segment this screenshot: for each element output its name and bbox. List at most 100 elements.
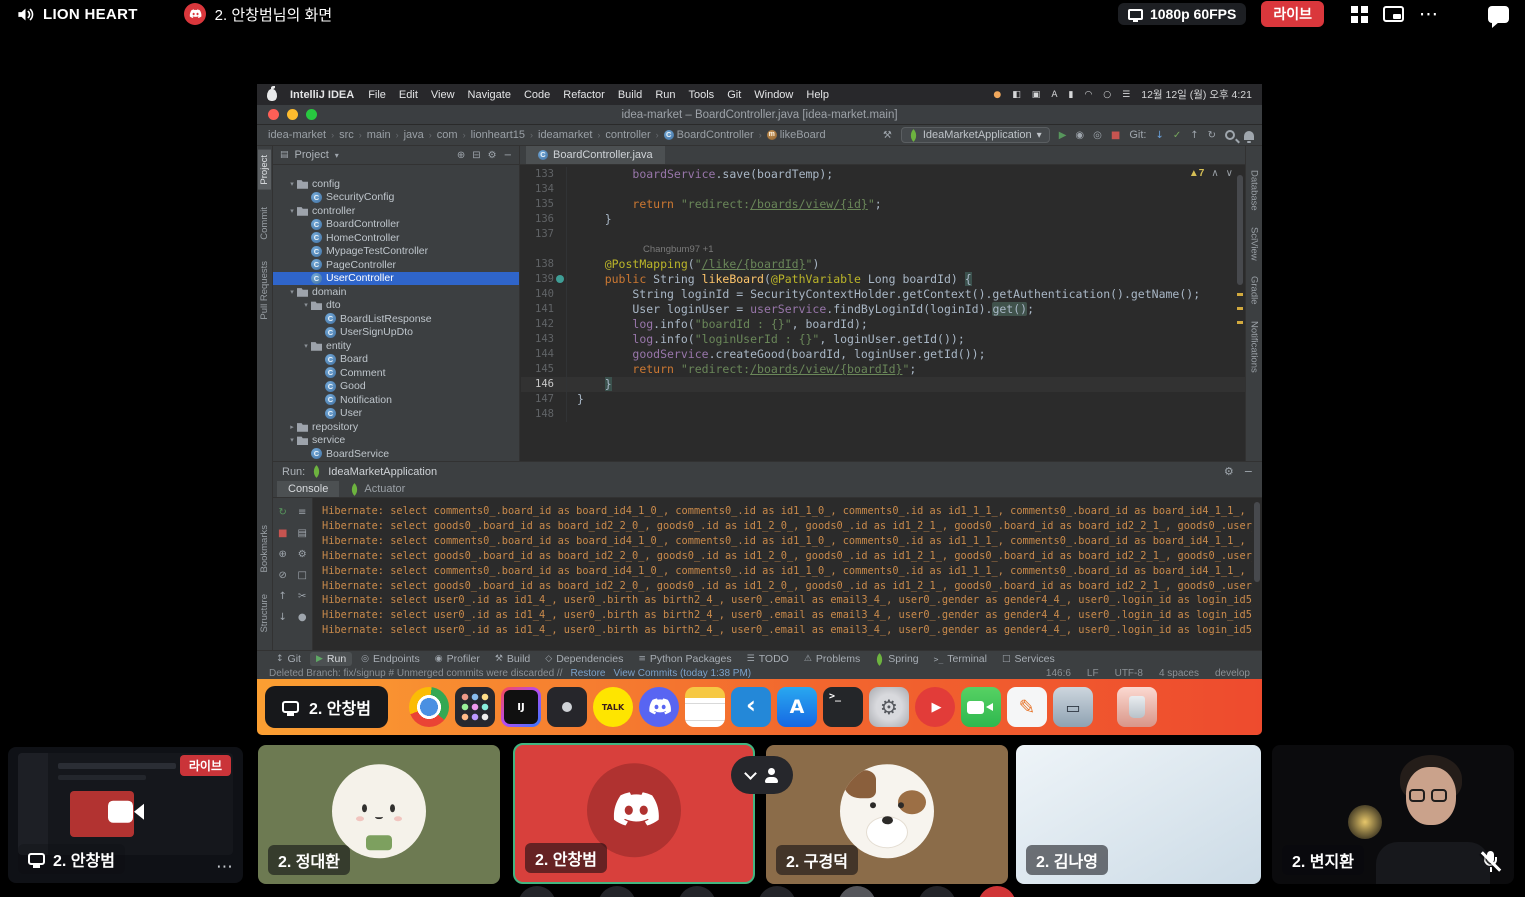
- tile-options-icon[interactable]: ⋯: [216, 857, 233, 877]
- tool-window-button-spring[interactable]: Spring: [869, 652, 924, 666]
- tree-item-homecontroller[interactable]: CHomeController: [273, 231, 519, 245]
- caret-position[interactable]: 146:6: [1046, 668, 1071, 679]
- menu-bar-clock[interactable]: 12월 12일 (월) 오후 4:21: [1141, 87, 1252, 102]
- scroll-end-icon[interactable]: □: [298, 570, 307, 581]
- search-everywhere-icon[interactable]: [1225, 130, 1235, 140]
- stage-manager-icon[interactable]: ◧: [1012, 90, 1021, 100]
- tool-window-button-git[interactable]: ↕Git: [270, 652, 307, 666]
- record-icon[interactable]: ●: [298, 612, 307, 623]
- tree-item-pagecontroller[interactable]: CPageController: [273, 258, 519, 272]
- minimize-panel-icon[interactable]: −: [1244, 465, 1253, 478]
- tree-item-boardservice[interactable]: CBoardService: [273, 447, 519, 461]
- recording-dot-icon[interactable]: ●: [993, 90, 1001, 100]
- dock-app-youtube[interactable]: ▶: [915, 687, 955, 727]
- tool-window-button-endpoints[interactable]: ◎Endpoints: [355, 652, 426, 666]
- git-history-icon[interactable]: ↻: [1208, 130, 1216, 141]
- prev-problem-icon[interactable]: ∧: [1211, 168, 1218, 179]
- menu-run[interactable]: Run: [655, 89, 675, 101]
- panel-settings-icon[interactable]: ⚙: [488, 150, 497, 161]
- settings-icon[interactable]: ⚙: [298, 549, 307, 560]
- tree-item-entity[interactable]: ▾entity: [273, 339, 519, 353]
- soft-wrap-icon[interactable]: ≡: [298, 507, 306, 518]
- control-center-icon[interactable]: ☰: [1122, 90, 1130, 100]
- tree-item-service[interactable]: ▾service: [273, 434, 519, 448]
- inspections-widget[interactable]: ▲7 ∧ ∨: [1189, 168, 1233, 179]
- run-settings-icon[interactable]: ⚙: [1224, 465, 1234, 478]
- dock-app-dark-utility[interactable]: [547, 687, 587, 727]
- console-output[interactable]: Hibernate: select comments0_.board_id as…: [314, 498, 1252, 650]
- menu-build[interactable]: Build: [618, 89, 642, 101]
- dock-app-google-chrome[interactable]: [409, 687, 449, 727]
- tree-chevron-icon[interactable]: ▾: [287, 180, 297, 188]
- dock-app-kakaotalk[interactable]: TALK: [593, 687, 633, 727]
- tool-stripe-project[interactable]: Project: [258, 150, 271, 190]
- speaker-icon[interactable]: [16, 5, 35, 24]
- tree-item-dto[interactable]: ▾dto: [273, 299, 519, 313]
- cut-icon[interactable]: ✂: [298, 591, 306, 602]
- dock-app-launchpad[interactable]: [455, 687, 495, 727]
- tab-console[interactable]: Console: [277, 481, 339, 497]
- menu-tools[interactable]: Tools: [689, 89, 715, 101]
- collapse-all-icon[interactable]: ⊟: [472, 150, 480, 161]
- tree-chevron-icon[interactable]: ▾: [301, 342, 311, 350]
- dock-app-app-store[interactable]: A: [777, 687, 817, 727]
- participant-tile-anchangbum-speaking[interactable]: 2. 안창범: [513, 743, 755, 884]
- breadcrumb-item-main[interactable]: main: [364, 129, 394, 141]
- screen-mirroring-icon[interactable]: ▣: [1032, 90, 1041, 100]
- git-push-icon[interactable]: ↑: [1190, 130, 1198, 141]
- tree-item-controller[interactable]: ▾controller: [273, 204, 519, 218]
- menu-window[interactable]: Window: [754, 89, 793, 101]
- menu-view[interactable]: View: [431, 89, 455, 101]
- tool-window-button-todo[interactable]: ☰TODO: [741, 652, 795, 666]
- grid-view-icon[interactable]: [1351, 6, 1368, 23]
- screen-share-content[interactable]: IntelliJ IDEA FileEditViewNavigateCodeRe…: [257, 84, 1262, 735]
- stop-icon[interactable]: ■: [278, 528, 287, 539]
- tab-actuator[interactable]: Actuator: [339, 481, 416, 497]
- rerun-icon[interactable]: ↻: [279, 507, 287, 518]
- breadcrumb-item-boardcontroller[interactable]: CBoardController: [661, 129, 757, 141]
- tree-item-repository[interactable]: ▸repository: [273, 420, 519, 434]
- tool-stripe-commit[interactable]: Commit: [258, 202, 271, 245]
- breadcrumb-item-lionheart15[interactable]: lionheart15: [468, 129, 528, 141]
- tree-chevron-icon[interactable]: ▾: [287, 288, 297, 296]
- breadcrumb-item-likeboard[interactable]: mlikeBoard: [764, 129, 829, 141]
- picture-in-picture-icon[interactable]: [1383, 6, 1404, 22]
- profiler-button[interactable]: ◎: [1093, 130, 1102, 141]
- tool-window-button-terminal[interactable]: >_Terminal: [928, 652, 993, 666]
- tree-item-user[interactable]: CUser: [273, 407, 519, 421]
- tree-item-notification[interactable]: CNotification: [273, 393, 519, 407]
- menu-refactor[interactable]: Refactor: [563, 89, 605, 101]
- menu-navigate[interactable]: Navigate: [468, 89, 511, 101]
- battery-icon[interactable]: ▮: [1068, 90, 1073, 100]
- dock-app-notes[interactable]: [685, 687, 725, 727]
- dock-app-facetime[interactable]: [961, 687, 1001, 727]
- editor-tab-boardcontroller[interactable]: C BoardController.java: [526, 146, 665, 164]
- tree-chevron-icon[interactable]: ▾: [287, 207, 297, 215]
- git-commit-icon[interactable]: ✓: [1173, 130, 1181, 141]
- project-menu-icon[interactable]: ▤: [280, 150, 289, 160]
- tree-chevron-icon[interactable]: ▾: [287, 436, 297, 444]
- menu-git[interactable]: Git: [727, 89, 741, 101]
- chat-icon[interactable]: [1488, 6, 1509, 23]
- window-title-bar[interactable]: idea-market – BoardController.java [idea…: [257, 105, 1262, 125]
- dock-app-trash[interactable]: [1117, 687, 1157, 727]
- tree-item-usercontroller[interactable]: CUserController: [273, 272, 519, 286]
- tree-chevron-icon[interactable]: ▸: [287, 423, 297, 431]
- tree-item-good[interactable]: CGood: [273, 380, 519, 394]
- tool-stripe-structure[interactable]: Structure: [258, 589, 271, 638]
- dock-app-discord[interactable]: [639, 687, 679, 727]
- down-stack-icon[interactable]: ↓: [279, 612, 287, 623]
- search-icon[interactable]: ○: [1103, 90, 1111, 100]
- dock-app-markup-app[interactable]: ✎: [1007, 687, 1047, 727]
- pin-icon[interactable]: ⊕: [279, 549, 287, 560]
- menu-file[interactable]: File: [368, 89, 386, 101]
- tree-item-config[interactable]: ▾config: [273, 177, 519, 191]
- menu-app-name[interactable]: IntelliJ IDEA: [290, 89, 354, 101]
- dock-app-display-app[interactable]: ▭: [1053, 687, 1093, 727]
- wifi-icon[interactable]: ◠: [1084, 90, 1092, 100]
- notifications-bell-icon[interactable]: [1244, 131, 1254, 140]
- tree-item-securityconfig[interactable]: CSecurityConfig: [273, 191, 519, 205]
- participant-tile-screenshare[interactable]: 라이브 2. 안창범 ⋯: [8, 747, 243, 883]
- restore-layout-icon[interactable]: ▤: [298, 528, 307, 539]
- tree-item-mypagetestcontroller[interactable]: CMypageTestController: [273, 245, 519, 259]
